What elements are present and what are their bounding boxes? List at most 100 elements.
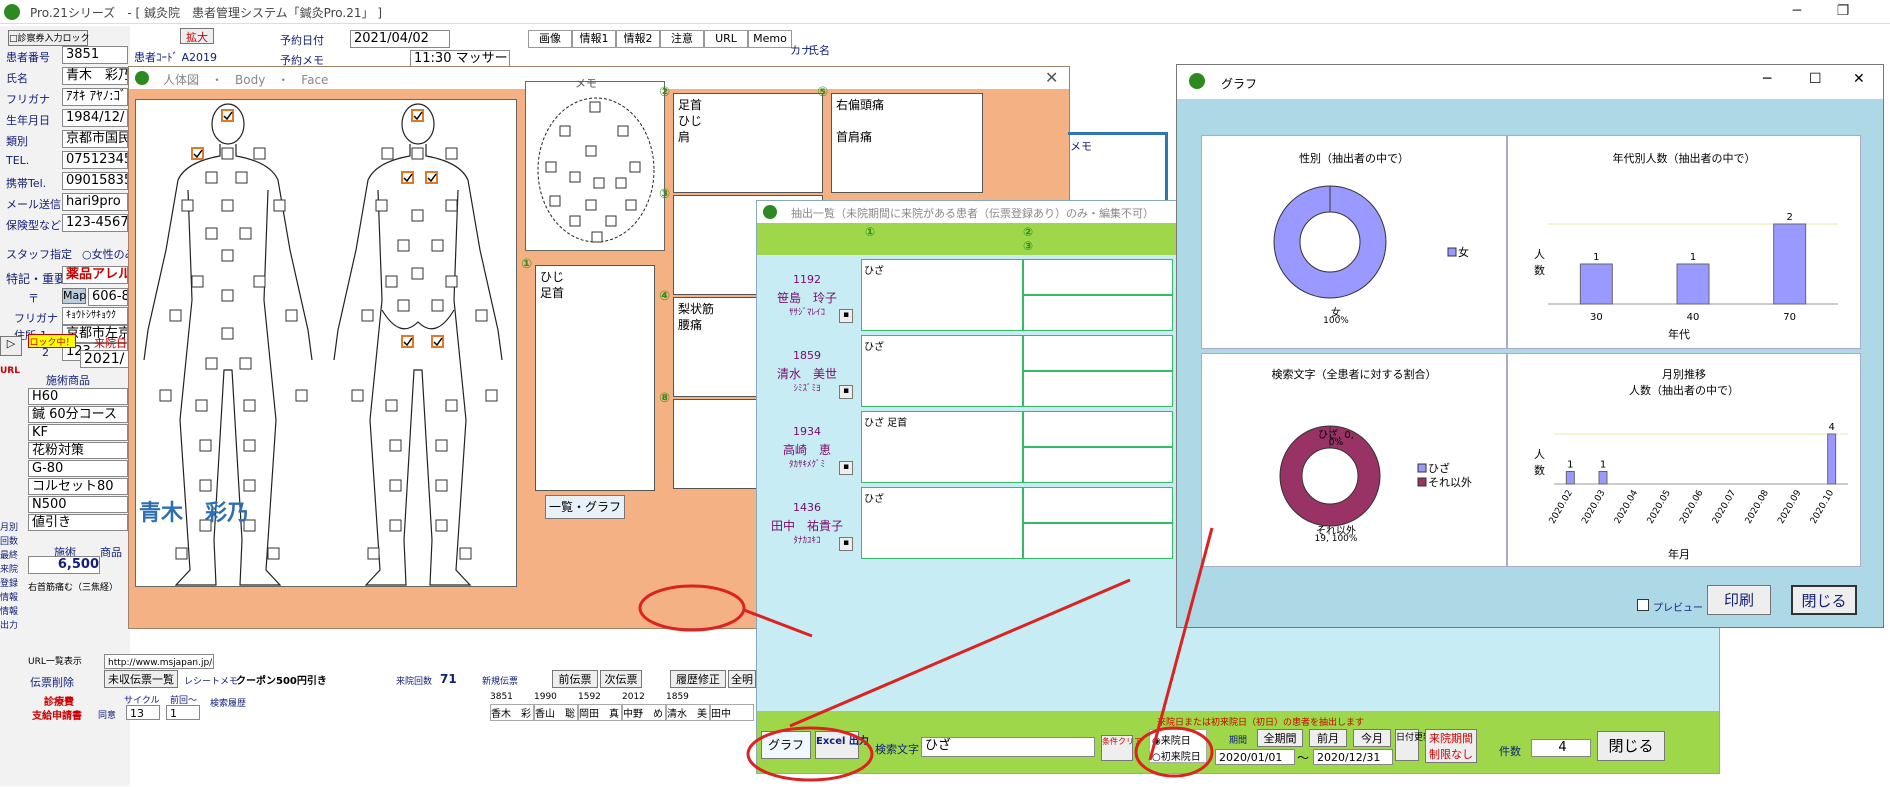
bottom-name-1[interactable]: 香山 聡 [534,704,578,721]
restore-icon[interactable]: ❐ [1820,0,1866,24]
patient-name-2[interactable]: 高崎 恵 [757,441,857,458]
treatment-item-4[interactable]: G-80 [28,460,128,477]
list-close-button[interactable]: 閉じる [1597,731,1665,761]
zip-field[interactable]: 606-8 [88,288,128,306]
patient-memo-2[interactable]: ひざ 足首 [861,411,1023,483]
graph-close-button[interactable]: 閉じる [1791,585,1857,615]
patient-detail-button-0[interactable]: ▪ [839,309,853,323]
patient-memo3-1[interactable] [1023,371,1173,407]
patient-memo2-1[interactable] [1023,335,1173,371]
tab-2[interactable]: 情報2 [616,30,660,48]
treatment-item-0[interactable]: H60 [28,388,128,405]
treatment-item-3[interactable]: 花粉対策 [28,442,128,459]
field-value-1[interactable]: 青木 彩乃 [62,67,128,85]
bottom-name-3[interactable]: 中野 め [622,704,666,721]
patient-card-lock-checkbox[interactable]: □診察券入力ロック [8,30,90,46]
date-to-field[interactable]: 2020/12/31 [1313,749,1393,765]
side-menu-item-0[interactable]: 月別 [0,520,18,533]
first-visit-radio[interactable]: ○初来院日 [1152,748,1201,763]
patient-memo2-0[interactable] [1023,259,1173,295]
side-menu-item-6[interactable]: 情報 [0,604,18,617]
address-kana-field[interactable]: ｷｮｳﾄｼｻｷｮｳｸ [62,307,128,325]
side-menu-item-5[interactable]: 情報 [0,590,18,603]
patient-memo3-2[interactable] [1023,447,1173,483]
all-button[interactable]: 全明 [728,670,756,688]
field-value-0[interactable]: 3851 [62,46,128,64]
treatment-item-2[interactable]: KF [28,424,128,441]
patient-memo-0[interactable]: ひざ [861,259,1023,331]
search-input[interactable]: ひざ [921,737,1095,757]
patient-memo2-3[interactable] [1023,487,1173,523]
field-value-2[interactable]: ｱｵｷ ｱﾔﾉ:ｺﾞ [62,88,128,106]
patient-detail-button-3[interactable]: ▪ [839,537,853,551]
date-from-field[interactable]: 2020/01/01 [1215,749,1295,765]
tab-5[interactable]: Memo [748,30,792,48]
side-menu-item-1[interactable]: 回数 [0,534,18,547]
treatment-item-5[interactable]: コルセット80 [28,478,128,495]
patient-memo3-3[interactable] [1023,523,1173,559]
prev-slip-button[interactable]: 前伝票 [552,670,598,688]
patient-memo-3[interactable]: ひざ [861,487,1023,559]
memo-box-0[interactable]: ひじ 足首 [535,265,655,491]
memo-box-4[interactable]: 右偏頭痛 首肩痛 [831,93,983,193]
this-month-button[interactable]: 今月 [1353,729,1391,747]
face-figure-area[interactable] [525,81,665,251]
graph-button[interactable]: グラフ [761,731,811,759]
field-value-7[interactable]: hari9pro [62,193,128,211]
slip-delete-button[interactable]: 伝票削除 [30,674,74,690]
bottom-name-2[interactable]: 岡田 真 [578,704,622,721]
next-slip-button[interactable]: 次伝票 [600,670,642,688]
field-value-3[interactable]: 1984/12/ [62,109,128,127]
minimize-icon[interactable]: ─ [1774,0,1820,24]
clear-condition-button[interactable]: 条件クリア [1101,735,1142,761]
preview-checkbox[interactable] [1637,599,1649,611]
close-icon[interactable]: ✕ [1853,71,1865,87]
special-field[interactable]: 薬品アレルギ [62,266,128,284]
bottom-name-0[interactable]: 香木 彩 [490,704,534,721]
prev-month-button[interactable]: 前月 [1309,729,1347,747]
field-value-4[interactable]: 京都市国民 [62,130,128,148]
field-value-5[interactable]: 07512345 [62,151,128,169]
bottom-name-5[interactable]: 田中 [710,704,754,721]
patient-name-0[interactable]: 笹島 玲子 [757,289,857,306]
visit-date-radio[interactable]: ◉来院日 [1152,732,1191,747]
bottom-name-4[interactable]: 清水 美 [666,704,710,721]
side-menu-item-4[interactable]: 登録 [0,576,18,589]
map-button[interactable]: Map [62,288,86,304]
patient-memo2-2[interactable] [1023,411,1173,447]
all-period-button[interactable]: 全期間 [1257,729,1303,747]
patient-name-1[interactable]: 清水 美世 [757,365,857,382]
expand-button[interactable]: 拡大 [180,28,214,44]
patient-detail-button-2[interactable]: ▪ [839,461,853,475]
side-menu-item-7[interactable]: 出力 [0,618,18,631]
date-update-button[interactable]: 日付更新 [1395,729,1432,761]
print-button[interactable]: 印刷 [1707,585,1771,615]
tab-3[interactable]: 注意 [660,30,704,48]
unpaid-slips-button[interactable]: 未収伝票一覧 [104,670,178,688]
excel-export-button[interactable]: Excel 出力 [815,731,869,759]
minimize-icon[interactable]: ─ [1763,71,1771,87]
play-icon[interactable]: ▷ [0,336,22,356]
field-value-8[interactable]: 123-4567 [62,214,128,232]
maximize-icon[interactable]: ☐ [1809,71,1822,87]
treatment-item-6[interactable]: N500 [28,496,128,513]
url-field[interactable]: http://www.msjapan.jp/g [104,654,214,669]
cycle-value[interactable]: 13 [126,705,160,720]
tab-1[interactable]: 情報1 [572,30,616,48]
treatment-item-7[interactable]: 値引き [28,514,128,531]
side-menu-item-2[interactable]: 最終 [0,548,18,561]
prev-value[interactable]: 1 [166,705,200,720]
patient-memo3-0[interactable] [1023,295,1173,331]
visit-date-field[interactable]: 2021/ [80,350,130,368]
no-limit-button[interactable]: 来院期間 制限なし [1425,729,1477,763]
tab-0[interactable]: 画像 [528,30,572,48]
close-icon[interactable]: ✕ [1045,68,1058,87]
patient-detail-button-1[interactable]: ▪ [839,385,853,399]
memo-box-1[interactable]: 足首 ひじ肩 [673,93,823,193]
patient-name-3[interactable]: 田中 祐貴子 [757,517,857,534]
history-fix-button[interactable]: 履歴修正 [670,670,726,688]
side-menu-item-3[interactable]: 来院 [0,562,18,575]
patient-memo-1[interactable]: ひざ [861,335,1023,407]
treatment-item-1[interactable]: 鍼 60分コース [28,406,128,423]
field-value-6[interactable]: 090158355 [62,172,128,190]
